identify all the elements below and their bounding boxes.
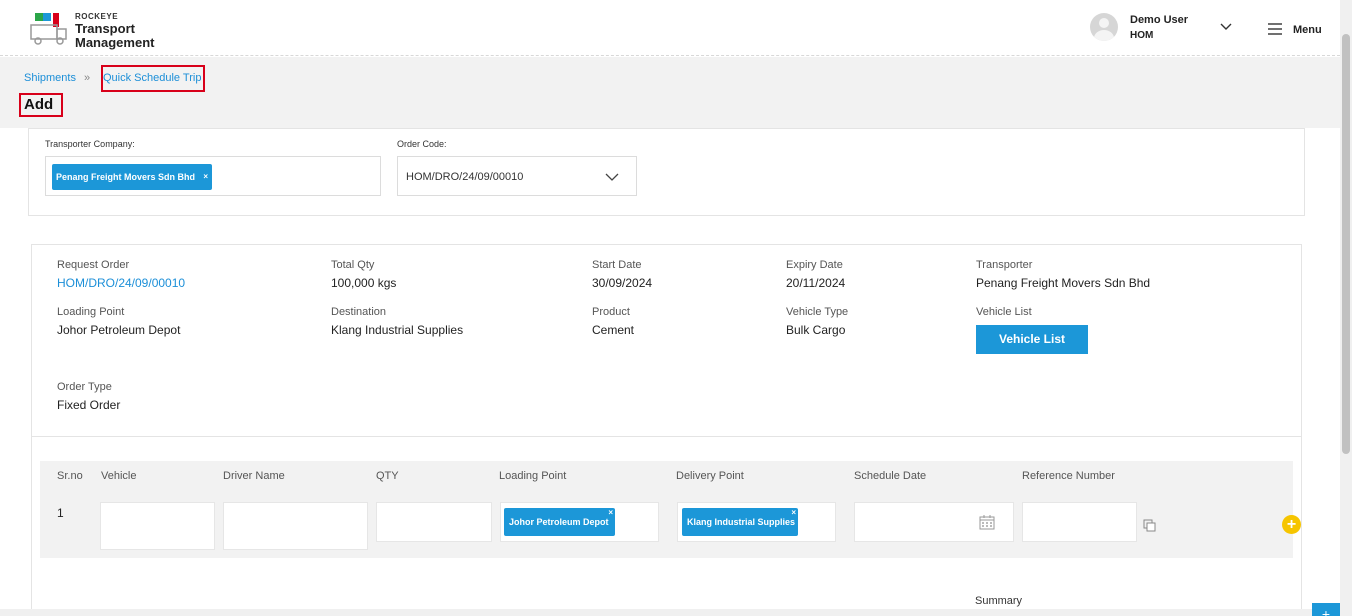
column-header: Reference Number [1022, 470, 1115, 482]
chevron-down-icon[interactable] [605, 172, 619, 182]
breadcrumb-current-link[interactable]: Quick Schedule Trip [101, 65, 205, 92]
order-type-value: Fixed Order [57, 398, 121, 412]
vehicle-input[interactable] [100, 502, 215, 550]
total-qty-value: 100,000 kgs [331, 276, 397, 290]
total-qty-label: Total Qty [331, 259, 375, 271]
transporter-company-label: Transporter Company: [45, 139, 135, 149]
column-header: Sr.no [57, 470, 83, 482]
product-label: Product [592, 306, 630, 318]
transporter-chip-label: Penang Freight Movers Sdn Bhd [56, 172, 196, 182]
request-order-link[interactable]: HOM/DRO/24/09/00010 [57, 276, 185, 290]
column-header: Delivery Point [676, 470, 744, 482]
user-name[interactable]: Demo User [1130, 14, 1188, 26]
transporter-chip[interactable]: Penang Freight Movers Sdn Bhd × [52, 164, 212, 190]
rockeye-logo-icon [30, 13, 67, 45]
loading-point-label: Loading Point [57, 306, 125, 318]
column-header: Schedule Date [854, 470, 927, 482]
expiry-date-value: 20/11/2024 [786, 276, 846, 290]
column-header: Vehicle [101, 470, 137, 482]
column-header: Driver Name [223, 470, 285, 482]
vehicle-type-label: Vehicle Type [786, 306, 849, 318]
vehicle-type-value: Bulk Cargo [786, 323, 846, 337]
order-code-label: Order Code: [397, 139, 447, 149]
delivery-point-chip[interactable]: Klang Industrial Supplies × [682, 508, 798, 536]
calendar-icon[interactable] [979, 514, 995, 530]
hamburger-menu-icon[interactable] [1268, 23, 1282, 35]
page-title: Add [19, 93, 63, 117]
column-header: Loading Point [499, 470, 567, 482]
brand-tag: ROCKEYE [75, 12, 119, 21]
qty-input[interactable] [376, 502, 492, 542]
remove-chip-icon[interactable]: × [791, 499, 796, 527]
scrollbar-thumb[interactable] [1342, 34, 1350, 454]
expiry-date-label: Expiry Date [786, 259, 843, 271]
avatar[interactable] [1090, 13, 1118, 41]
delivery-point-chip-label: Klang Industrial Supplies [687, 517, 796, 527]
brand-name-line1: Transport [75, 21, 135, 36]
user-code: HOM [1130, 30, 1154, 41]
menu-button[interactable]: Menu [1293, 24, 1322, 36]
loading-point-chip[interactable]: Johor Petroleum Depot × [504, 508, 615, 536]
breadcrumb-separator: » [84, 72, 91, 84]
row-sr-no: 1 [57, 506, 64, 520]
add-row-button[interactable]: + [1282, 515, 1301, 534]
transporter-value: Penang Freight Movers Sdn Bhd [976, 276, 1151, 290]
horizontal-scrollbar[interactable] [0, 609, 1340, 616]
remove-chip-icon[interactable]: × [608, 499, 613, 527]
divider [31, 436, 1302, 437]
vehicle-list-button[interactable]: Vehicle List [976, 325, 1088, 354]
request-order-label: Request Order [57, 259, 130, 271]
loading-point-chip-label: Johor Petroleum Depot [509, 517, 609, 527]
loading-point-value: Johor Petroleum Depot [57, 323, 181, 337]
brand-name-line2: Management [75, 35, 155, 50]
chevron-down-icon[interactable] [1220, 22, 1232, 32]
app-header: ROCKEYE Transport Management Demo User H… [0, 0, 1340, 56]
order-details-card [31, 244, 1302, 616]
floating-add-button[interactable]: + [1312, 603, 1340, 616]
start-date-value: 30/09/2024 [592, 276, 653, 290]
start-date-label: Start Date [592, 259, 642, 271]
driver-name-input[interactable] [223, 502, 368, 550]
copy-icon[interactable] [1143, 519, 1156, 532]
order-type-label: Order Type [57, 381, 112, 393]
remove-chip-icon[interactable]: × [203, 164, 208, 190]
vehicle-list-label: Vehicle List [976, 306, 1032, 318]
destination-label: Destination [331, 306, 387, 318]
summary-heading: Summary [975, 595, 1023, 607]
breadcrumb-shipments-link[interactable]: Shipments [24, 72, 76, 84]
vertical-scrollbar[interactable] [1340, 0, 1352, 616]
column-header: QTY [376, 470, 399, 482]
transporter-label: Transporter [976, 259, 1033, 271]
product-value: Cement [592, 323, 635, 337]
destination-value: Klang Industrial Supplies [331, 323, 464, 337]
order-code-value: HOM/DRO/24/09/00010 [406, 171, 524, 183]
reference-number-input[interactable] [1022, 502, 1137, 542]
